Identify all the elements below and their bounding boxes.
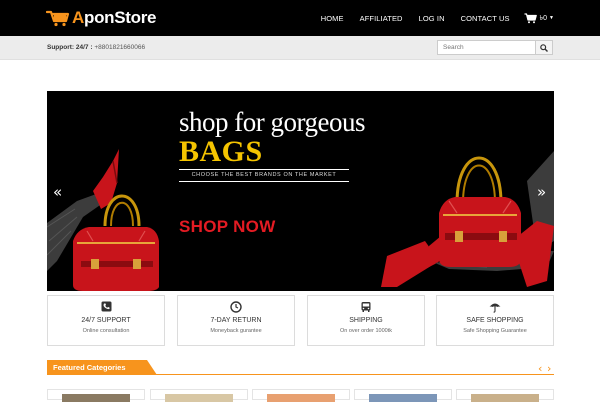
brand-name: AponStore bbox=[72, 8, 157, 27]
shop-now-button[interactable]: SHOP NOW bbox=[179, 217, 276, 237]
hero-headline: shop for gorgeous bbox=[179, 107, 365, 137]
categories-next-button[interactable]: › bbox=[547, 363, 551, 374]
cart-button[interactable]: ৳0 ▼ bbox=[524, 12, 554, 24]
features-row: 24/7 SUPPORT Online consultation 7-DAY R… bbox=[47, 295, 554, 346]
support-info: Support: 24/7 : +8801821660066 bbox=[47, 44, 145, 51]
logo-cart-icon bbox=[45, 9, 70, 27]
slider-next-button[interactable]: » bbox=[537, 183, 546, 201]
search-button[interactable] bbox=[535, 40, 553, 55]
feature-shipping-title: SHIPPING bbox=[349, 317, 383, 324]
nav-login-link[interactable]: LOG IN bbox=[419, 14, 445, 23]
category-card[interactable] bbox=[354, 389, 452, 402]
support-label: Support: 24/7 : bbox=[47, 44, 93, 51]
category-card[interactable] bbox=[47, 389, 145, 402]
categories-prev-button[interactable]: ‹ bbox=[538, 363, 542, 374]
category-card[interactable] bbox=[150, 389, 248, 402]
shopping-cart-icon bbox=[524, 12, 537, 24]
feature-return: 7-DAY RETURN Moneyback gurantee bbox=[177, 295, 295, 346]
feature-support-title: 24/7 SUPPORT bbox=[81, 317, 131, 324]
hero-slider: shop for gorgeous BAGS CHOOSE THE BEST B… bbox=[47, 91, 554, 291]
category-thumbnail-image bbox=[471, 394, 539, 402]
clock-icon bbox=[178, 301, 294, 314]
category-thumbnail-image bbox=[62, 394, 130, 402]
nav-home-link[interactable]: HOME bbox=[321, 14, 344, 23]
slider-prev-button[interactable]: « bbox=[53, 183, 62, 201]
feature-return-subtitle: Moneyback gurantee bbox=[210, 328, 262, 334]
support-phone: +8801821660066 bbox=[94, 44, 146, 51]
feature-safe-shopping: SAFE SHOPPING Safe Shopping Guarantee bbox=[436, 295, 554, 346]
hero-divider-bottom bbox=[179, 181, 349, 182]
hero-right-bag-image bbox=[381, 151, 554, 287]
feature-shipping: SHIPPING On over order 1000tk bbox=[307, 295, 425, 346]
umbrella-icon bbox=[437, 301, 553, 314]
top-navbar: AponStore HOME AFFILIATED LOG IN CONTACT… bbox=[0, 0, 600, 36]
nav-contact-link[interactable]: CONTACT US bbox=[461, 14, 510, 23]
cart-total: ৳0 bbox=[539, 15, 548, 22]
feature-shipping-subtitle: On over order 1000tk bbox=[340, 328, 392, 334]
category-card[interactable] bbox=[456, 389, 554, 402]
brand-logo[interactable]: AponStore bbox=[45, 7, 157, 29]
hero-product-word: BAGS bbox=[179, 135, 263, 168]
feature-support: 24/7 SUPPORT Online consultation bbox=[47, 295, 165, 346]
main-nav: HOME AFFILIATED LOG IN CONTACT US ৳0 ▼ bbox=[305, 0, 554, 36]
chevron-down-icon: ▼ bbox=[549, 15, 554, 21]
nav-affiliated-link[interactable]: AFFILIATED bbox=[360, 14, 403, 23]
hero-tagline: CHOOSE THE BEST BRANDS ON THE MARKET bbox=[191, 172, 337, 178]
search-icon bbox=[540, 43, 548, 52]
category-thumbnail-image bbox=[267, 394, 335, 402]
category-thumbnail-image bbox=[369, 394, 437, 402]
feature-safe-shopping-subtitle: Safe Shopping Guarantee bbox=[463, 328, 527, 334]
search-box bbox=[437, 40, 553, 55]
hero-left-legs-image bbox=[47, 149, 159, 291]
feature-safe-shopping-title: SAFE SHOPPING bbox=[466, 317, 524, 324]
feature-return-title: 7-DAY RETURN bbox=[210, 317, 262, 324]
featured-categories-title: Featured Categories bbox=[53, 363, 126, 372]
category-card[interactable] bbox=[252, 389, 350, 402]
featured-categories-underline bbox=[47, 374, 554, 375]
feature-support-subtitle: Online consultation bbox=[82, 328, 130, 334]
bus-icon bbox=[308, 301, 424, 314]
search-input[interactable] bbox=[437, 40, 535, 55]
phone-icon bbox=[48, 301, 164, 314]
hero-divider-top bbox=[179, 169, 349, 170]
category-thumbnail-image bbox=[165, 394, 233, 402]
category-thumbnails bbox=[47, 389, 554, 402]
